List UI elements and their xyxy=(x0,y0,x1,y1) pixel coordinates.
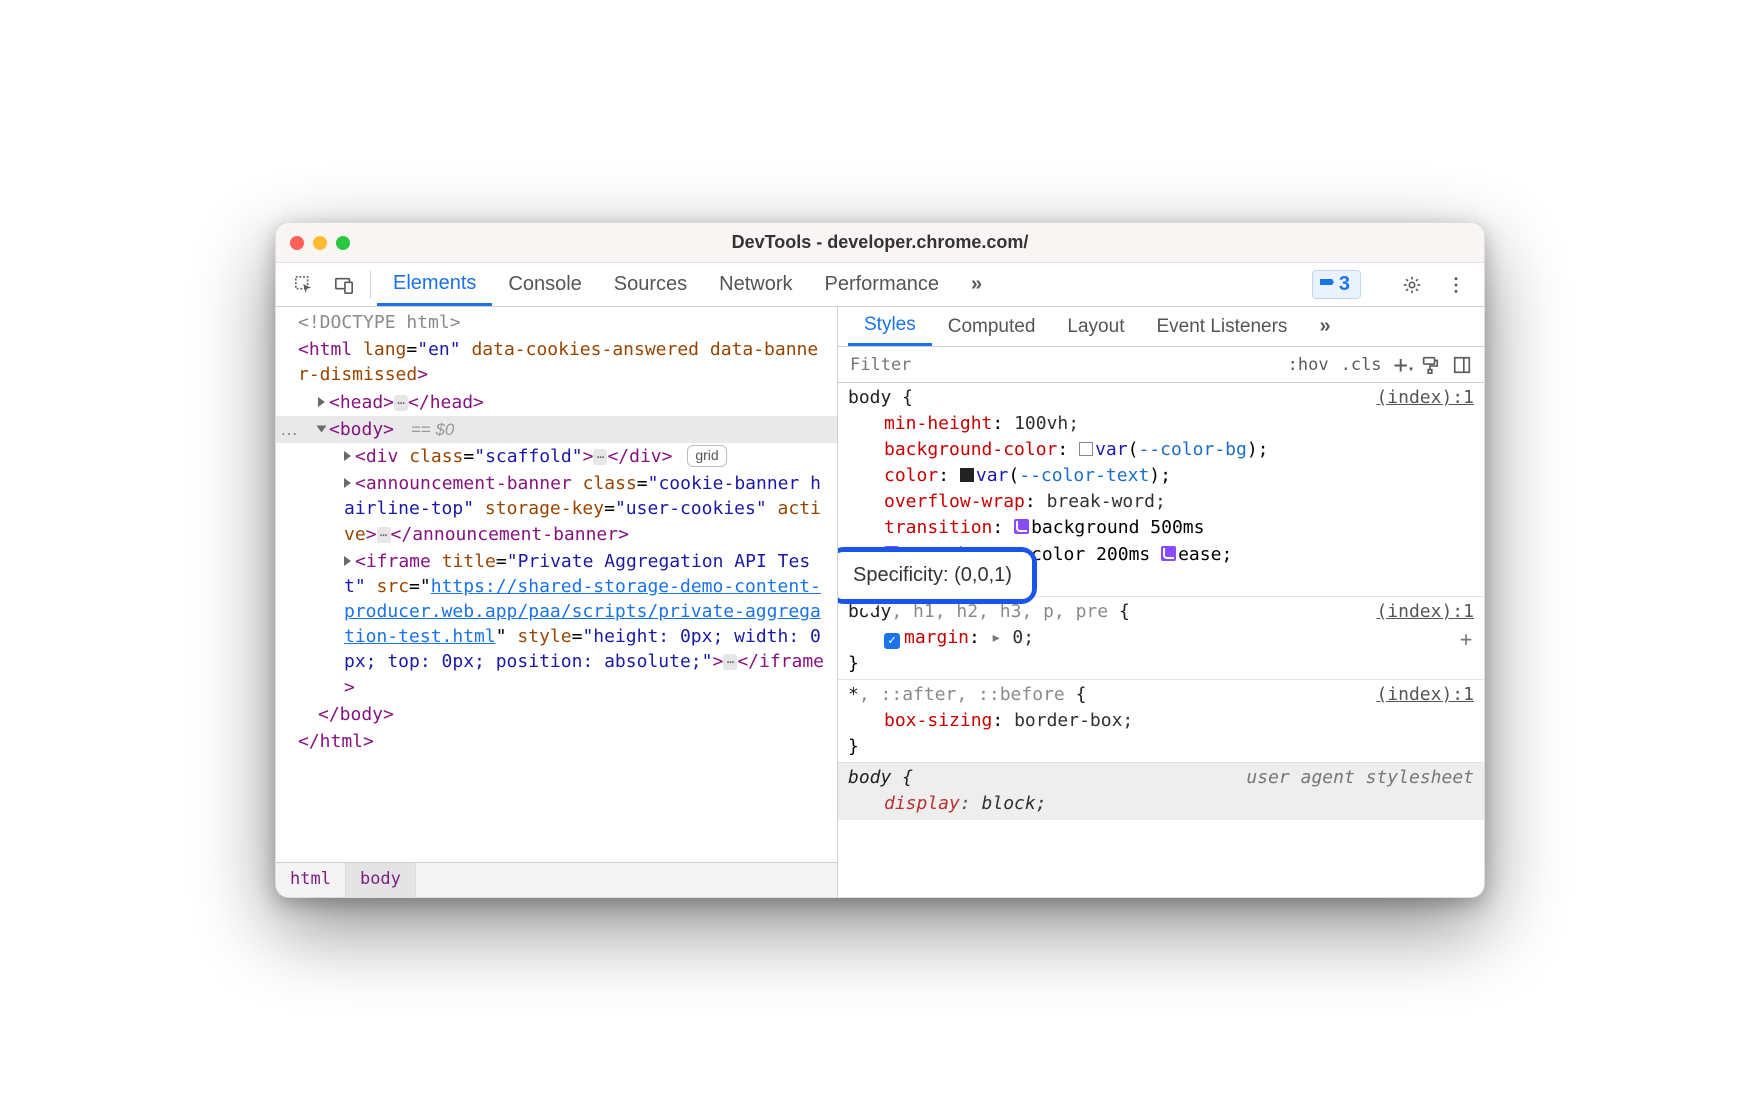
color-swatch-icon[interactable] xyxy=(1079,442,1093,456)
rule-source-link[interactable]: (index):1 xyxy=(1376,385,1474,411)
styles-subtabs: Styles Computed Layout Event Listeners » xyxy=(838,307,1484,347)
dom-body-close[interactable]: </body> xyxy=(276,701,837,728)
subtab-event-listeners[interactable]: Event Listeners xyxy=(1140,307,1303,346)
rule-universal[interactable]: (index):1 *, ::after, ::before { box-siz… xyxy=(838,680,1484,763)
titlebar: DevTools - developer.chrome.com/ xyxy=(276,223,1484,263)
paint-icon[interactable] xyxy=(1418,355,1442,375)
crumb-html[interactable]: html xyxy=(276,863,346,897)
dom-tree[interactable]: <!DOCTYPE html> <html lang="en" data-coo… xyxy=(276,307,837,862)
devtools-window: DevTools - developer.chrome.com/ Element… xyxy=(275,222,1485,898)
content-area: <!DOCTYPE html> <html lang="en" data-coo… xyxy=(276,307,1484,897)
prop-box-sizing[interactable]: box-sizing: border-box; xyxy=(848,708,1474,734)
prop-min-height[interactable]: min-height: 100vh; xyxy=(848,411,1474,437)
subtab-computed[interactable]: Computed xyxy=(932,307,1052,346)
dom-html-close[interactable]: </html> xyxy=(276,728,837,755)
tab-performance[interactable]: Performance xyxy=(809,263,956,306)
grid-badge[interactable]: grid xyxy=(687,445,726,467)
styles-filter-bar: :hov .cls +▾ xyxy=(838,347,1484,383)
crumb-body[interactable]: body xyxy=(346,863,416,897)
close-window-icon[interactable] xyxy=(290,236,304,250)
rule-user-agent[interactable]: user agent stylesheet body { display: bl… xyxy=(838,763,1484,819)
hov-toggle[interactable]: :hov xyxy=(1286,355,1331,375)
tab-elements[interactable]: Elements xyxy=(377,263,492,306)
panel-tabs: Elements Console Sources Network Perform… xyxy=(377,263,1302,306)
rule-source-link[interactable]: (index):1 xyxy=(1376,599,1474,625)
subtab-styles[interactable]: Styles xyxy=(848,307,932,346)
prop-margin[interactable]: ✓margin: ▸ 0; + xyxy=(848,625,1474,651)
ua-stylesheet-label: user agent stylesheet xyxy=(1246,765,1474,791)
rule-close: } xyxy=(848,651,1474,677)
minimize-window-icon[interactable] xyxy=(313,236,327,250)
rule-close: } xyxy=(848,734,1474,760)
more-subtabs-icon[interactable]: » xyxy=(1303,307,1346,346)
toolbar-right: 3 xyxy=(1302,263,1476,306)
main-toolbar: Elements Console Sources Network Perform… xyxy=(276,263,1484,307)
device-toolbar-icon[interactable] xyxy=(324,263,364,306)
window-title: DevTools - developer.chrome.com/ xyxy=(276,232,1484,253)
settings-gear-icon[interactable] xyxy=(1392,275,1432,295)
prop-overflow-wrap[interactable]: overflow-wrap: break-word; xyxy=(848,489,1474,515)
tooltip-text: Specificity: (0,0,1) xyxy=(853,564,1012,586)
styles-filter-input[interactable] xyxy=(848,354,1278,376)
dom-doctype[interactable]: <!DOCTYPE html> xyxy=(276,309,837,336)
add-property-icon[interactable]: + xyxy=(1460,625,1474,654)
dom-announcement-banner[interactable]: <announcement-banner class="cookie-banne… xyxy=(276,470,837,548)
prop-background-color[interactable]: background-color: var(--color-bg); xyxy=(848,437,1474,463)
traffic-lights xyxy=(290,236,350,250)
rule-source-link[interactable]: (index):1 xyxy=(1376,682,1474,708)
subtab-layout[interactable]: Layout xyxy=(1051,307,1140,346)
tab-sources[interactable]: Sources xyxy=(598,263,703,306)
prop-enabled-checkbox[interactable]: ✓ xyxy=(884,633,900,649)
rule-body-h1-etc[interactable]: (index):1 body, h1, h2, h3, p, pre { ✓ma… xyxy=(838,597,1484,680)
dom-div-scaffold[interactable]: <div class="scaffold">⋯</div> grid xyxy=(276,443,837,470)
cls-toggle[interactable]: .cls xyxy=(1339,355,1384,375)
bezier-swatch-icon[interactable] xyxy=(1014,519,1029,534)
specificity-tooltip: Specificity: (0,0,1) xyxy=(838,547,1037,604)
elements-pane: <!DOCTYPE html> <html lang="en" data-coo… xyxy=(276,307,838,897)
tab-network[interactable]: Network xyxy=(703,263,808,306)
tab-console[interactable]: Console xyxy=(492,263,597,306)
kebab-menu-icon[interactable] xyxy=(1436,275,1476,295)
prop-transition[interactable]: transition: background 500ms xyxy=(848,515,1474,541)
issues-count: 3 xyxy=(1339,273,1350,296)
new-style-rule-icon[interactable]: +▾ xyxy=(1392,351,1410,379)
color-swatch-icon[interactable] xyxy=(960,468,974,482)
prop-color[interactable]: color: var(--color-text); xyxy=(848,463,1474,489)
zoom-window-icon[interactable] xyxy=(336,236,350,250)
toolbar-separator xyxy=(370,271,371,298)
issues-badge[interactable]: 3 xyxy=(1302,270,1371,299)
inspect-element-icon[interactable] xyxy=(284,263,324,306)
computed-sidebar-icon[interactable] xyxy=(1450,355,1474,375)
prop-display[interactable]: display: block; xyxy=(848,791,1474,817)
dom-iframe[interactable]: <iframe title="Private Aggregation API T… xyxy=(276,548,837,701)
dom-body-selected[interactable]: <body> == $0 xyxy=(276,416,837,443)
styles-rules: (index):1 body { min-height: 100vh; back… xyxy=(838,383,1484,897)
breadcrumb: html body xyxy=(276,862,837,897)
dom-html-open[interactable]: <html lang="en" data-cookies-answered da… xyxy=(276,336,837,388)
styles-pane: Styles Computed Layout Event Listeners »… xyxy=(838,307,1484,897)
dom-head[interactable]: <head>⋯</head> xyxy=(276,389,837,416)
more-tabs-icon[interactable]: » xyxy=(955,263,998,306)
bezier-swatch-icon[interactable] xyxy=(1161,546,1176,561)
